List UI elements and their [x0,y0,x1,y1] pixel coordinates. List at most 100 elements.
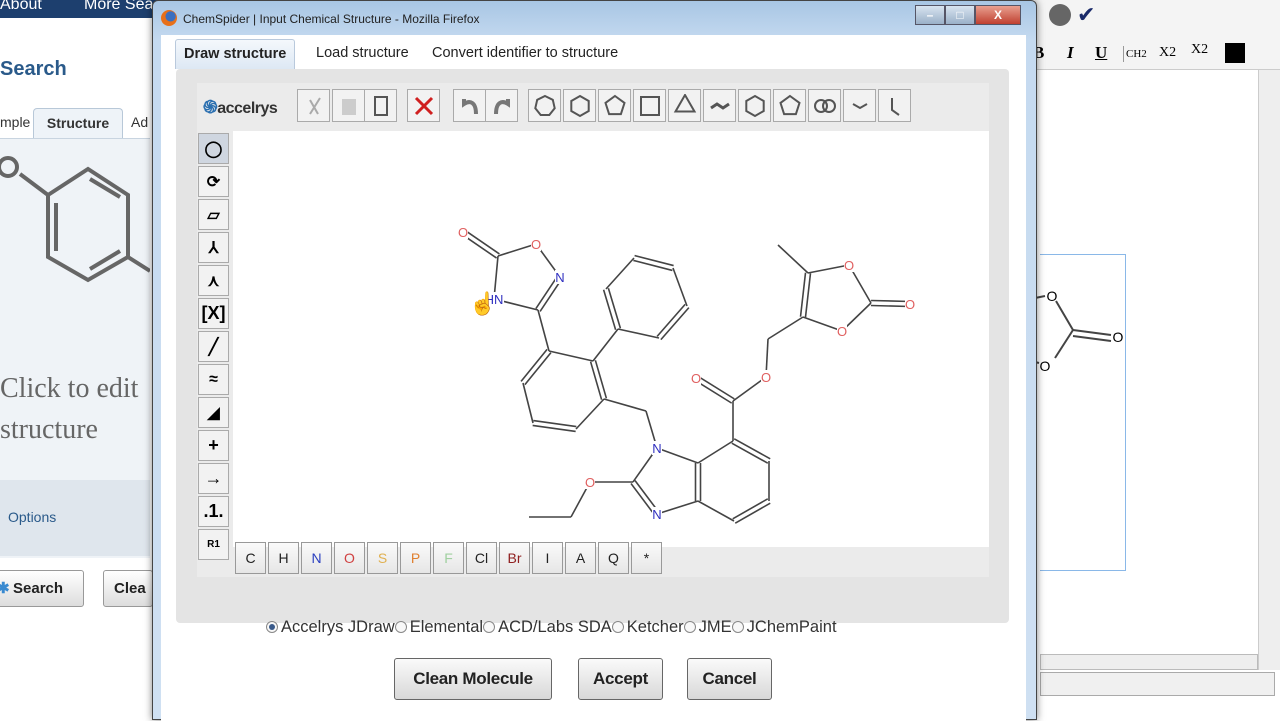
tab-convert-identifier[interactable]: Convert identifier to structure [432,39,618,69]
paste-button[interactable] [364,89,397,122]
cyclobutane-button[interactable] [633,89,666,122]
click-to-edit-text[interactable]: Click to edit structure [0,368,138,450]
copy-button[interactable] [332,89,365,122]
element-C-button[interactable]: C [235,542,266,574]
check-icon[interactable]: ✔ [1077,2,1095,28]
element-F-button[interactable]: F [433,542,464,574]
minimize-button[interactable]: – [915,5,945,25]
stereo-tool[interactable]: ⋏ [198,265,229,296]
tab-load-structure[interactable]: Load structure [316,39,409,69]
element-O-button[interactable]: O [334,542,365,574]
atom-label[interactable]: O [844,258,854,273]
editor-option[interactable]: Elemental [394,618,483,636]
atom-label[interactable]: O [761,370,771,385]
element-I-button[interactable]: I [532,542,563,574]
cyclohexane-icon [569,94,590,117]
radio-button[interactable] [483,621,496,633]
atom-label[interactable]: O [458,225,468,240]
tab-simple[interactable]: mple [0,108,30,138]
element-Cl-button[interactable]: Cl [466,542,497,574]
editor-option[interactable]: JChemPaint [731,618,837,636]
arrow-tool[interactable]: → [198,463,229,494]
maximize-button[interactable]: □ [945,5,975,25]
wedge-bond-tool[interactable]: ◢ [198,397,229,428]
italic-button[interactable]: I [1067,43,1074,63]
close-button[interactable]: X [975,5,1021,25]
atom-label[interactable]: O [585,475,595,490]
eraser-tool[interactable]: ▱ [198,199,229,230]
lasso-tool[interactable]: ◯ [198,133,229,164]
element-Br-button[interactable]: Br [499,542,530,574]
options-bar[interactable]: Options [0,480,150,556]
undo-button[interactable] [453,89,486,122]
clear-button[interactable]: Clea [103,570,153,607]
horizontal-scrollbar[interactable] [1040,654,1258,670]
clear-button[interactable] [407,89,440,122]
atom-label[interactable]: O [837,324,847,339]
atom-label[interactable]: O [531,237,541,252]
atom-label[interactable]: N [652,507,661,522]
chain-button[interactable] [703,89,736,122]
cyclopentane-button[interactable] [598,89,631,122]
atom-label[interactable]: O [905,297,915,312]
r-group-tool[interactable]: R1 [198,529,229,560]
element-A-button[interactable]: A [565,542,596,574]
color-swatch[interactable] [1225,43,1245,63]
naphthalene-button[interactable] [808,89,841,122]
charge-tool[interactable]: .1. [198,496,229,527]
cancel-button[interactable]: Cancel [687,658,772,700]
plus-tool[interactable]: + [198,430,229,461]
cycloheptane-button[interactable] [528,89,561,122]
subscript-button[interactable]: X2 [1159,45,1176,61]
benzene-button[interactable] [738,89,771,122]
cut-button[interactable] [297,89,330,122]
vertical-scrollbar[interactable] [1258,70,1280,670]
wavy-bond-tool[interactable]: ≈ [198,364,229,395]
nav-about[interactable]: About [0,0,42,13]
bond-chain-button[interactable] [843,89,876,122]
rotate-tool[interactable]: ⟳ [198,166,229,197]
benzene-icon [744,94,765,117]
editor-option[interactable]: ACD/Labs SDA [483,618,612,636]
editor-option[interactable]: JME [683,618,732,636]
superscript-button[interactable]: X2 [1191,42,1208,58]
radio-button[interactable] [611,621,624,633]
accept-button[interactable]: Accept [578,658,663,700]
element-*-button[interactable]: * [631,542,662,574]
element-H-button[interactable]: H [268,542,299,574]
single-bond-button[interactable] [878,89,911,122]
atom-label[interactable]: O [691,371,701,386]
atom-label[interactable]: N [555,270,564,285]
clean-molecule-button[interactable]: Clean Molecule [394,658,552,700]
editor-option[interactable]: Accelrys JDraw [266,618,395,636]
underline-button[interactable]: U [1095,43,1107,63]
tab-structure[interactable]: Structure [33,108,123,138]
radio-button[interactable] [266,621,278,633]
bracket-tool[interactable]: [X] [198,298,229,329]
redo-button[interactable] [485,89,518,122]
cyclohexane-button[interactable] [563,89,596,122]
ch2-button[interactable]: CH2 [1123,46,1149,62]
element-P-button[interactable]: P [400,542,431,574]
tab-draw-structure[interactable]: Draw structure [175,39,296,69]
cyclopropane-button[interactable] [668,89,701,122]
single-bond-tool[interactable]: ╱ [198,331,229,362]
search-button[interactable]: ✱ Search [0,570,84,607]
double-bond [589,361,603,400]
editor-option[interactable]: Ketcher [611,618,684,636]
cyclobutane-icon [639,95,660,116]
tool-icon[interactable] [1049,4,1071,26]
radio-button[interactable] [683,621,696,633]
element-N-button[interactable]: N [301,542,332,574]
editor-option-label: Accelrys JDraw [281,618,395,636]
element-Q-button[interactable]: Q [598,542,629,574]
radio-button[interactable] [394,621,407,633]
nav-more-searches[interactable]: More Sea [84,0,153,13]
atom-map-tool[interactable]: ⅄ [198,232,229,263]
radio-button[interactable] [731,621,744,633]
cyclopentadiene-button[interactable] [773,89,806,122]
atom-label[interactable]: N [652,441,661,456]
tab-advanced[interactable]: Ad [131,108,148,138]
element-S-button[interactable]: S [367,542,398,574]
drawing-canvas[interactable]: O O N HN N N O O O O O O ☝ [233,131,989,547]
